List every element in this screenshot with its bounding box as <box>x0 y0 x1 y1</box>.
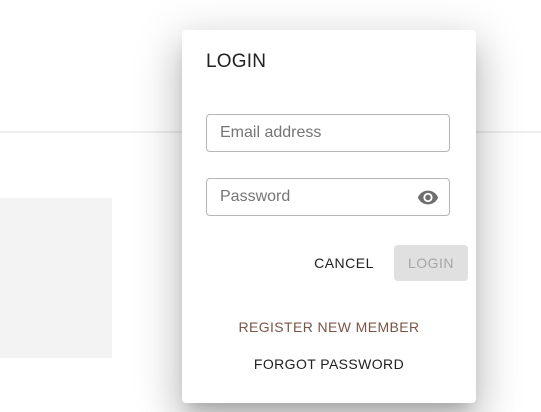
dialog-title: LOGIN <box>206 51 267 72</box>
eye-icon[interactable] <box>416 187 440 207</box>
forgot-password-link[interactable]: FORGOT PASSWORD <box>182 356 476 372</box>
register-new-member-link[interactable]: REGISTER NEW MEMBER <box>182 319 476 335</box>
email-field <box>206 114 450 152</box>
cancel-button[interactable]: CANCEL <box>312 245 376 281</box>
password-input[interactable] <box>207 179 449 215</box>
background-panel <box>0 198 112 358</box>
password-field <box>206 178 450 216</box>
email-input[interactable] <box>207 115 449 151</box>
login-dialog: LOGIN CANCEL LOGIN REGISTER NEW MEMBER F… <box>182 30 476 403</box>
login-button[interactable]: LOGIN <box>394 245 468 281</box>
